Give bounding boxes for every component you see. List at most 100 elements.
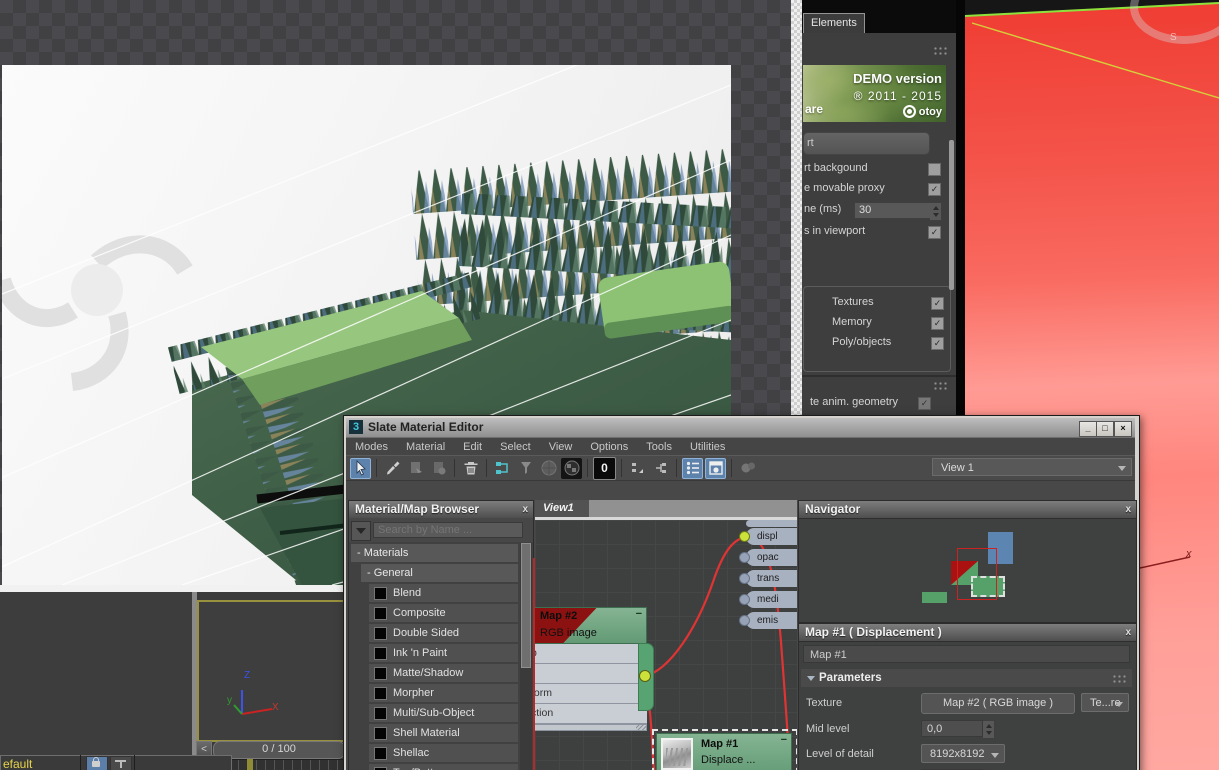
checkbox-memory[interactable]: ✓	[931, 317, 944, 330]
track-bar-marker[interactable]	[247, 759, 253, 770]
select-arrow-icon[interactable]	[350, 457, 371, 479]
navigator-map[interactable]	[799, 518, 1136, 622]
eyedropper-icon[interactable]	[382, 458, 403, 479]
resize-handle-icon[interactable]	[636, 723, 646, 730]
slot-connector-icon[interactable]	[739, 531, 750, 542]
connect-nodes-icon[interactable]	[492, 458, 513, 479]
left-viewport[interactable]	[0, 592, 192, 755]
node-list-view-icon[interactable]	[682, 457, 703, 479]
funnel-icon[interactable]	[515, 458, 536, 479]
menu-view[interactable]: View	[540, 441, 582, 453]
put-material-icon[interactable]	[428, 458, 449, 479]
navigator-header[interactable]: Navigator x	[799, 501, 1136, 519]
close-icon[interactable]: x	[522, 502, 528, 518]
slot-transmission[interactable]: trans	[739, 570, 797, 587]
node-slot[interactable]: p	[535, 644, 647, 664]
time-slider[interactable]: 0 / 100	[213, 741, 345, 759]
nav-view-rectangle[interactable]	[957, 548, 997, 600]
node-canvas[interactable]: displ opac trans medi emis Map #2 RGB im…	[535, 517, 797, 770]
active-viewport[interactable]: Z y X	[197, 600, 347, 742]
pick-material-icon[interactable]	[405, 458, 426, 479]
slot-connector-icon[interactable]	[739, 552, 750, 563]
linked-spheres-icon[interactable]	[737, 458, 758, 479]
group-materials[interactable]: - Materials	[351, 544, 518, 562]
checkbox-textures[interactable]: ✓	[931, 297, 944, 310]
checkbox-poly-objects[interactable]: ✓	[931, 337, 944, 350]
section-grip[interactable]	[933, 381, 948, 391]
ms-spinner-field[interactable]: 30	[854, 202, 934, 219]
browser-header[interactable]: Material/Map Browser x	[349, 501, 533, 519]
section-grip[interactable]	[933, 46, 948, 56]
layout-b-icon[interactable]	[650, 458, 671, 479]
show-map-off-icon[interactable]	[538, 458, 559, 479]
minimize-button[interactable]: _	[1079, 421, 1097, 437]
parameters-rollout[interactable]: Parameters	[801, 669, 1132, 687]
checkbox-anim-geometry[interactable]: ✓	[918, 397, 931, 410]
level-of-detail-dropdown[interactable]: 8192x8192	[921, 744, 1005, 763]
delete-icon[interactable]	[460, 458, 481, 479]
close-icon[interactable]: x	[1125, 625, 1131, 641]
menu-utilities[interactable]: Utilities	[681, 441, 734, 453]
menu-select[interactable]: Select	[491, 441, 540, 453]
slot-opacity[interactable]: opac	[739, 549, 797, 566]
ms-spinner-arrows[interactable]	[930, 202, 942, 221]
layout-a-icon[interactable]	[627, 458, 648, 479]
tab-view1[interactable]: View1	[535, 500, 589, 517]
octane-action-button[interactable]: rt	[803, 132, 930, 155]
node-map1[interactable]: Map #1 Displace ... − texture	[656, 733, 792, 770]
collapse-icon[interactable]: −	[781, 734, 787, 746]
list-item[interactable]: Shell Material	[369, 724, 518, 742]
list-item[interactable]: Morpher	[369, 684, 518, 702]
selection-lock-button[interactable]	[86, 756, 108, 770]
node-map2[interactable]: Map #2 RGB image − p r form ction	[535, 607, 647, 731]
node-header[interactable]: Map #1 Displace ... −	[656, 733, 792, 770]
panel-scrollbar[interactable]	[949, 140, 954, 290]
params-header[interactable]: Map #1 ( Displacement ) x	[799, 624, 1136, 642]
list-item[interactable]: Top/Bottom	[369, 764, 518, 770]
search-input[interactable]	[373, 522, 523, 538]
tab-elements[interactable]: Elements	[803, 13, 865, 33]
slot-medium[interactable]: medi	[739, 591, 797, 608]
menu-material[interactable]: Material	[397, 441, 454, 453]
maximize-button[interactable]: □	[1096, 421, 1114, 437]
menu-modes[interactable]: Modes	[346, 441, 397, 453]
menu-tools[interactable]: Tools	[637, 441, 681, 453]
zero-smoothing-icon[interactable]: 0	[593, 456, 616, 480]
slot-connector-icon[interactable]	[739, 573, 750, 584]
list-item[interactable]: Double Sided	[369, 624, 518, 642]
list-item[interactable]: Composite	[369, 604, 518, 622]
mid-level-field[interactable]: 0,0	[921, 720, 983, 737]
search-options-button[interactable]	[351, 521, 371, 541]
checkbox-viewport-background[interactable]	[928, 163, 941, 176]
output-connector-icon[interactable]	[639, 670, 651, 682]
node-slot[interactable]: ction	[535, 704, 647, 724]
node-slot[interactable]: form	[535, 684, 647, 704]
slot-connector-icon[interactable]	[739, 615, 750, 626]
list-item[interactable]: Ink 'n Paint	[369, 644, 518, 662]
texture-type-dropdown[interactable]: Te...re	[1081, 693, 1129, 712]
node-name-field[interactable]: Map #1	[803, 645, 1130, 663]
list-item[interactable]: Matte/Shadow	[369, 664, 518, 682]
list-item[interactable]: Blend	[369, 584, 518, 602]
menu-options[interactable]: Options	[581, 441, 637, 453]
group-general[interactable]: - General	[361, 564, 518, 582]
slot-connector-icon[interactable]	[739, 594, 750, 605]
view-selector-dropdown[interactable]: View 1	[932, 458, 1132, 476]
list-item[interactable]: Multi/Sub-Object	[369, 704, 518, 722]
checkbox-movable-proxy[interactable]: ✓	[928, 183, 941, 196]
transform-mode-button[interactable]	[110, 756, 132, 770]
close-icon[interactable]: x	[1125, 502, 1131, 518]
node-slot[interactable]: r	[535, 664, 647, 684]
collapse-icon[interactable]: −	[636, 608, 642, 620]
material-preview-icon[interactable]	[705, 457, 726, 479]
show-map-on-icon[interactable]	[561, 457, 582, 479]
browser-scrollbar[interactable]	[520, 543, 532, 770]
slot-emission[interactable]: emis	[739, 612, 797, 629]
checkbox-in-viewport[interactable]: ✓	[928, 226, 941, 239]
node-header[interactable]: Map #2 RGB image −	[535, 607, 647, 644]
close-button[interactable]: ×	[1114, 421, 1132, 437]
rollout-grip[interactable]	[1112, 674, 1127, 684]
mid-level-spinner[interactable]	[983, 720, 995, 739]
menu-edit[interactable]: Edit	[454, 441, 491, 453]
window-title-bar[interactable]: 3 Slate Material Editor _ □ ×	[346, 418, 1135, 438]
